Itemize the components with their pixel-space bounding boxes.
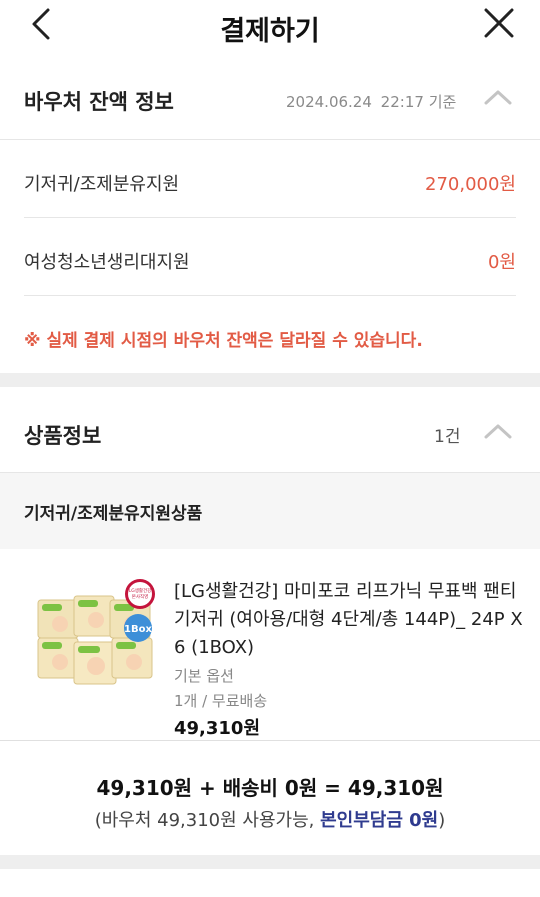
product-name[interactable]: [LG생활건강] 마미포코 리프가닉 무표백 팬티기저귀 (여아용/대형 4단계…	[174, 578, 524, 662]
voucher-row-value: 270,000원	[425, 174, 516, 195]
product-category-title: 기저귀/조제분유지원상품	[24, 504, 203, 524]
product-option: 기본 옵션	[174, 667, 234, 685]
voucher-section-title: 바우처 잔액 정보	[24, 90, 174, 114]
voucher-row-label: 여성청소년생리대지원	[24, 252, 190, 273]
top-bar: 결제하기	[0, 0, 540, 54]
voucher-section-header[interactable]: 바우처 잔액 정보 2024.06.24 22:17 기준	[0, 64, 540, 134]
summary-divider	[0, 740, 540, 741]
product-category-bar: 기저귀/조제분유지원상품	[0, 473, 540, 549]
product-price: 49,310원	[174, 718, 261, 739]
chevron-up-icon[interactable]	[484, 423, 512, 439]
chevron-up-icon[interactable]	[484, 89, 512, 105]
self-pay-amount: 본인부담금 0원	[320, 810, 439, 831]
svg-text:LG생활건강: LG생활건강	[129, 587, 152, 594]
close-icon[interactable]	[482, 6, 516, 40]
voucher-time: 22:17	[380, 93, 424, 111]
section-separator	[0, 373, 540, 387]
subtext-suffix: )	[438, 810, 446, 831]
voucher-basis: 기준	[428, 93, 457, 111]
payment-subtext: (바우처 49,310원 사용가능, 본인부담금 0원)	[0, 806, 540, 832]
bottom-separator	[0, 855, 540, 869]
product-image[interactable]: 1Box LG생활건강 본사직영	[34, 578, 158, 692]
product-qty-shipping: 1개 / 무료배송	[174, 692, 268, 710]
page-title: 결제하기	[220, 16, 320, 47]
voucher-notice: ※ 실제 결제 시점의 바우처 잔액은 달라질 수 있습니다.	[24, 331, 423, 351]
row-divider	[24, 217, 516, 218]
product-count: 1건	[434, 427, 461, 447]
svg-text:1Box: 1Box	[124, 624, 152, 635]
product-section-title: 상품정보	[24, 424, 102, 448]
voucher-date-info: 2024.06.24 22:17 기준	[286, 91, 456, 112]
subtext-prefix: (바우처 49,310원 사용가능,	[94, 810, 321, 831]
svg-text:본사직영: 본사직영	[132, 593, 149, 600]
voucher-date: 2024.06.24	[286, 93, 372, 111]
voucher-row-value: 0원	[487, 252, 516, 273]
row-divider	[24, 295, 516, 296]
product-section-header[interactable]: 상품정보 1건	[0, 398, 540, 468]
voucher-row-label: 기저귀/조제분유지원	[24, 174, 180, 195]
section-divider	[0, 139, 540, 140]
payment-total: 49,310원 + 배송비 0원 = 49,310원	[96, 776, 444, 800]
